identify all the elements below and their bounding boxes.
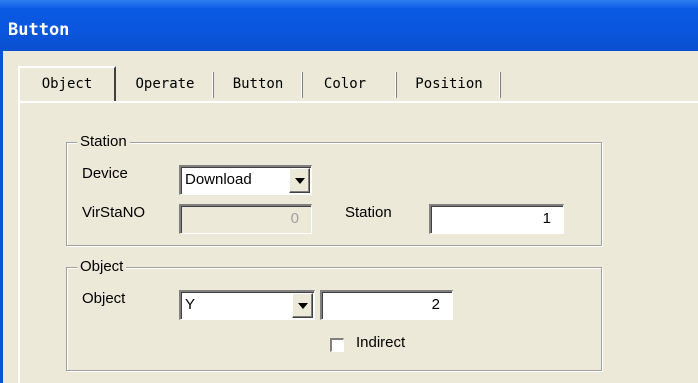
chevron-down-icon [298,303,308,309]
device-label: Device [82,165,128,182]
station-label: Station [345,204,392,221]
indirect-checkbox[interactable] [330,338,344,352]
tab-object-label: Object [41,76,93,92]
station-field[interactable]: 1 [429,204,564,234]
tab-position-label: Position [415,76,483,92]
window-title: Button [8,20,70,40]
tab-divider [499,72,501,98]
indirect-label[interactable]: Indirect [356,334,405,351]
chevron-down-icon [295,178,305,184]
virstano-field: 0 [179,204,312,234]
virstano-label: VirStaNO [82,204,146,221]
device-dropdown-button[interactable] [289,168,310,193]
tab-object[interactable]: Object [22,69,112,99]
object-number-field[interactable]: 2 [320,290,453,320]
tab-operate-label: Operate [135,76,195,92]
title-bar[interactable]: Button [0,0,698,51]
device-select-value: Download [185,171,252,188]
object-select-value: Y [185,296,196,313]
tab-operate[interactable]: Operate [120,69,210,99]
tab-button-label: Button [232,76,284,92]
object-label: Object [82,290,126,307]
object-select[interactable]: Y [179,290,315,320]
station-legend: Station [77,133,130,150]
window-border [0,51,3,383]
tab-position[interactable]: Position [399,69,499,99]
object-legend: Object [77,258,127,275]
tab-color[interactable]: Color [305,69,385,99]
device-select[interactable]: Download [179,165,312,195]
tab-divider [395,72,397,98]
tab-button[interactable]: Button [216,69,300,99]
tab-divider [212,72,214,98]
object-dropdown-button[interactable] [292,293,313,318]
tab-divider [301,72,303,98]
tab-color-label: Color [323,76,367,92]
